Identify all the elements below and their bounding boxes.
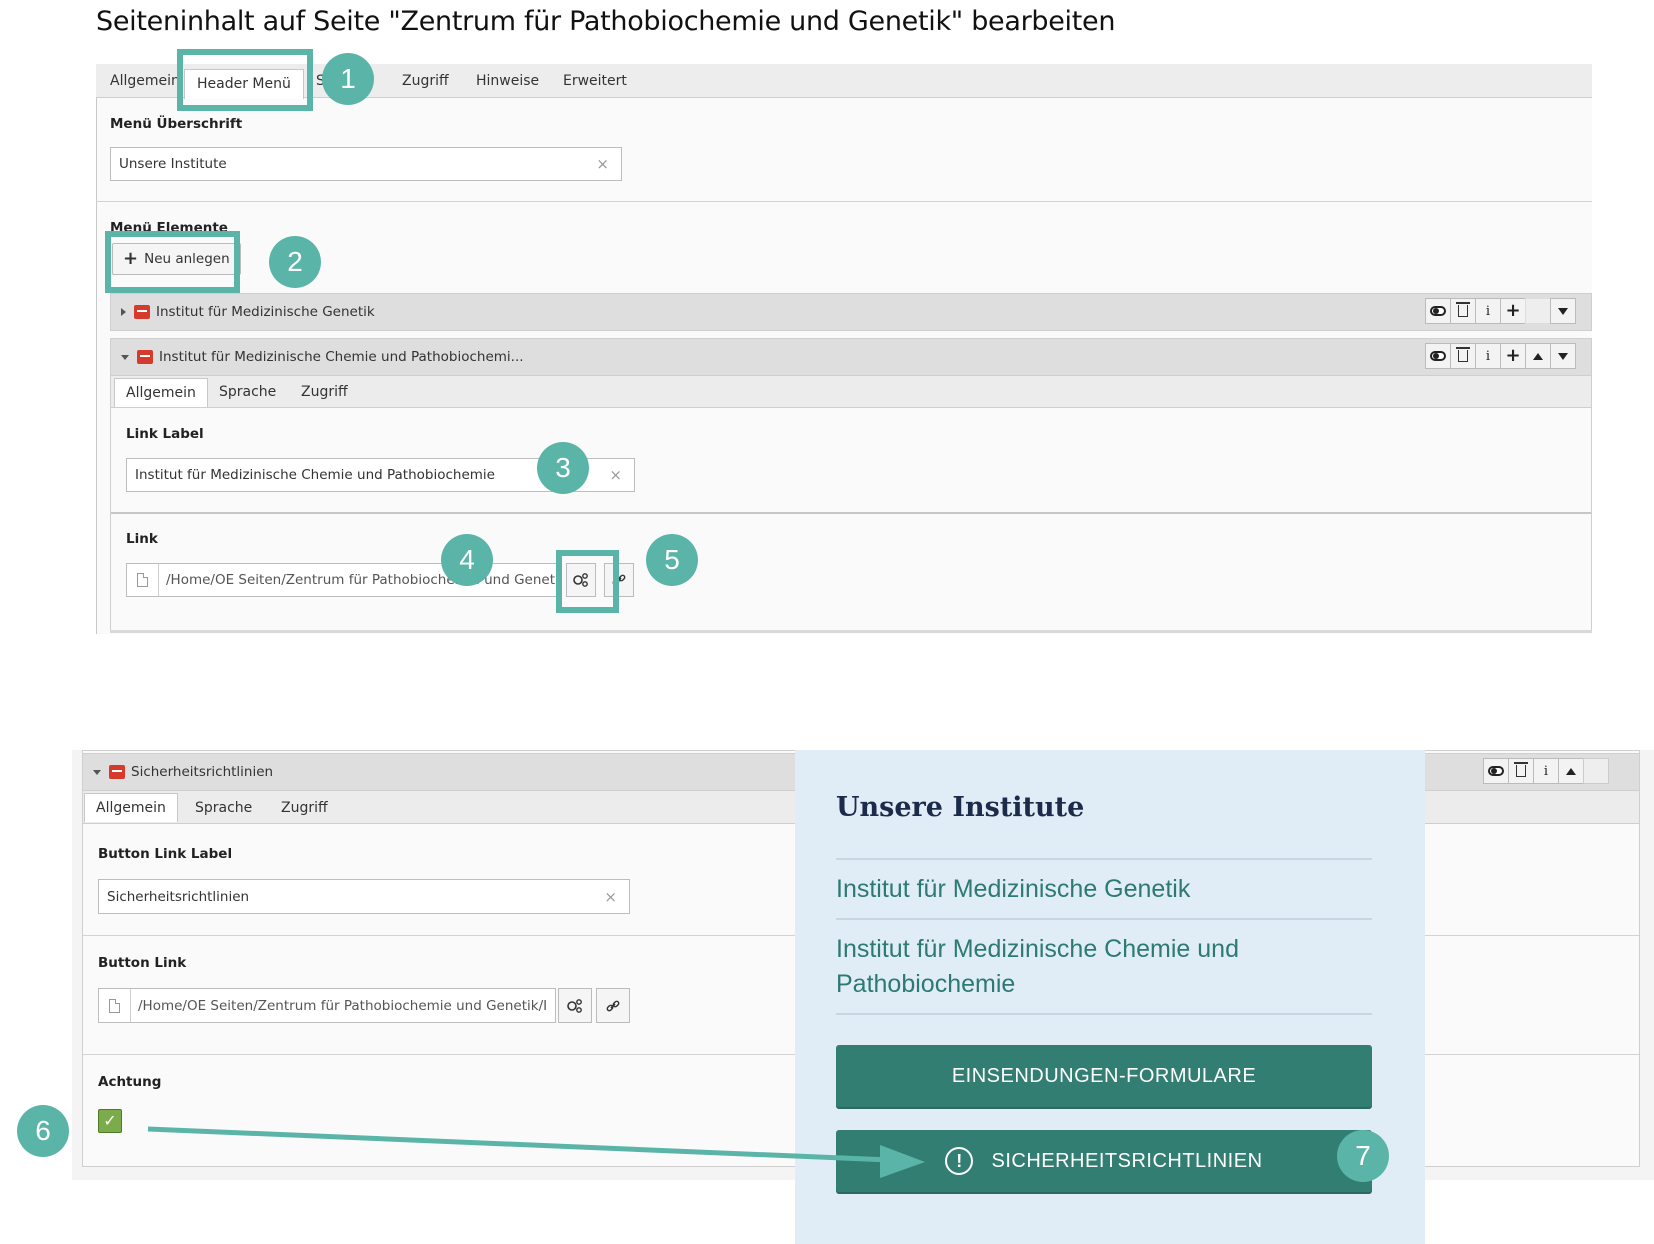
annotation-arrow [147,1126,925,1178]
step-badge: 6 [17,1105,69,1157]
step-badge: 7 [1337,1130,1389,1182]
